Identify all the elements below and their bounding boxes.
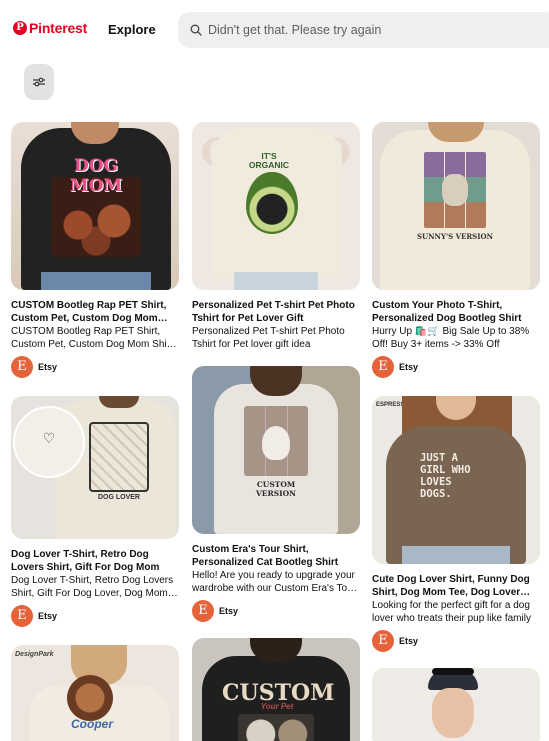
pin-title[interactable]: Custom Era's Tour Shirt, Personalized Ca… bbox=[192, 544, 360, 569]
pin-image[interactable]: SUNNY'S VERSION bbox=[372, 122, 540, 290]
pin-print-text: CUSTOM VERSION bbox=[255, 480, 297, 498]
pin-image[interactable]: CRAVO IT'S ORGANIC bbox=[192, 122, 360, 290]
dog-center-photo bbox=[442, 174, 468, 206]
pin-source[interactable]: E Etsy bbox=[372, 356, 540, 378]
brand-watermark: DesignPark bbox=[15, 651, 54, 658]
pin-description: Dog Lover T-Shirt, Retro Dog Lovers Shir… bbox=[11, 575, 174, 599]
face-shape bbox=[432, 688, 474, 738]
pin-source[interactable]: E Etsy bbox=[192, 600, 360, 622]
jeans-shape bbox=[234, 272, 318, 290]
pin-description: Looking for the perfect gift for a dog l… bbox=[372, 600, 531, 624]
pin-image[interactable]: DOG LOVER ♡ bbox=[11, 396, 179, 539]
pin-card[interactable]: CUSTOM Your Pet bbox=[192, 638, 360, 741]
pin-print-text: DOG LOVER bbox=[97, 494, 140, 501]
pin-title[interactable]: CUSTOM Bootleg Rap PET Shirt, Custom Pet… bbox=[11, 300, 179, 325]
heart-icon: ♡ bbox=[42, 430, 56, 446]
pin-title[interactable]: Cute Dog Lover Shirt, Funny Dog Shirt, D… bbox=[372, 574, 540, 599]
pin-source[interactable]: E Etsy bbox=[11, 605, 179, 627]
avocado-print bbox=[246, 172, 298, 234]
top-navigation-bar: P Pinterest Explore bbox=[0, 0, 549, 60]
hair-shape bbox=[99, 396, 139, 408]
pinterest-logo[interactable]: P Pinterest bbox=[13, 20, 87, 36]
pin-image[interactable]: DOG MOM bbox=[11, 122, 179, 290]
pin-card[interactable] bbox=[372, 668, 540, 741]
pin-title[interactable]: Dog Lover T-Shirt, Retro Dog Lovers Shir… bbox=[11, 549, 179, 574]
etsy-avatar-icon: E bbox=[11, 356, 33, 378]
pin-print-text: SUNNY'S VERSION bbox=[417, 232, 493, 241]
pin-card[interactable]: DOG LOVER ♡ Dog Lover T-Shirt, Retro Dog… bbox=[11, 396, 179, 627]
etsy-avatar-icon: E bbox=[372, 630, 394, 652]
etsy-avatar-icon: E bbox=[11, 605, 33, 627]
cat-center-shape bbox=[262, 426, 290, 460]
pin-image[interactable]: Cooper DesignPark bbox=[11, 645, 179, 741]
search-icon bbox=[190, 24, 202, 36]
explore-link[interactable]: Explore bbox=[108, 22, 156, 37]
pin-print-text: JUST A GIRL WHO LOVES DOGS. bbox=[420, 452, 471, 500]
pin-image[interactable]: CUSTOM Your Pet bbox=[192, 638, 360, 741]
logo-text: Pinterest bbox=[29, 20, 88, 36]
pin-card[interactable]: Cooper DesignPark bbox=[11, 645, 179, 741]
pin-card[interactable]: SUNNY'S VERSION Custom Your Photo T-Shir… bbox=[372, 122, 540, 378]
pin-card[interactable]: CUSTOM VERSION Custom Era's Tour Shirt, … bbox=[192, 366, 360, 622]
pin-description: Hurry Up 🛍️🛒 Big Sale Up to 38% Off! Buy… bbox=[372, 326, 530, 350]
source-name: Etsy bbox=[38, 611, 58, 621]
filter-button[interactable] bbox=[24, 64, 54, 100]
pin-image[interactable]: CUSTOM VERSION bbox=[192, 366, 360, 534]
pin-print-text: IT'S ORGANIC bbox=[248, 151, 290, 170]
etsy-avatar-icon: E bbox=[192, 600, 214, 622]
print-script-text: Your Pet bbox=[260, 702, 294, 711]
dog-bones-print bbox=[89, 422, 149, 492]
dog-portrait-print bbox=[67, 675, 113, 721]
etsy-avatar-icon: E bbox=[372, 356, 394, 378]
pin-card[interactable]: ESPRESSO JUST A GIRL WHO LOVES DOGS. Cut… bbox=[372, 396, 540, 652]
filter-sliders-icon bbox=[33, 77, 45, 87]
pin-print-text: Cooper bbox=[71, 717, 113, 731]
source-name: Etsy bbox=[399, 362, 419, 372]
pin-source[interactable]: E Etsy bbox=[11, 356, 179, 378]
pin-card[interactable]: DOG MOM CUSTOM Bootleg Rap PET Shirt, Cu… bbox=[11, 122, 179, 378]
pin-title[interactable]: Personalized Pet T-shirt Pet Photo Tshir… bbox=[192, 300, 360, 325]
jeans-shape bbox=[41, 272, 151, 290]
pin-title[interactable]: Custom Your Photo T-Shirt, Personalized … bbox=[372, 300, 540, 325]
pin-print-text: DOG MOM bbox=[69, 156, 123, 196]
source-name: Etsy bbox=[219, 606, 239, 616]
search-input[interactable] bbox=[208, 23, 508, 37]
pin-image[interactable] bbox=[372, 668, 540, 741]
pin-source[interactable]: E Etsy bbox=[372, 630, 540, 652]
pin-description: CUSTOM Bootleg Rap PET Shirt, Custom Pet… bbox=[11, 326, 176, 350]
pet-portraits-print bbox=[238, 714, 314, 741]
search-bar[interactable] bbox=[178, 12, 549, 48]
source-name: Etsy bbox=[38, 362, 58, 372]
cap-sunglasses-shape bbox=[432, 668, 474, 675]
source-name: Etsy bbox=[399, 636, 419, 646]
pin-card[interactable]: CRAVO IT'S ORGANIC Personalized Pet T-sh… bbox=[192, 122, 360, 351]
pinterest-logo-icon: P bbox=[13, 21, 27, 35]
pin-image[interactable]: ESPRESSO JUST A GIRL WHO LOVES DOGS. bbox=[372, 396, 540, 564]
pin-description: Hello! Are you ready to upgrade your war… bbox=[192, 570, 357, 594]
jeans-shape bbox=[402, 546, 510, 564]
pin-description: Personalized Pet T-shirt Pet Photo Tshir… bbox=[192, 326, 345, 350]
